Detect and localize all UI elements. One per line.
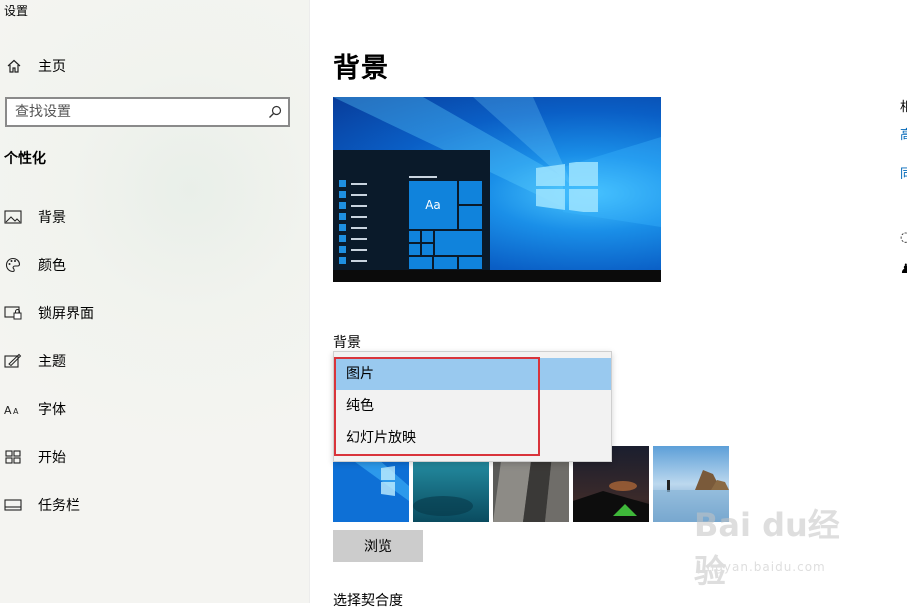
svg-text:A: A [13,407,19,416]
sidebar-item-label: 字体 [38,402,66,418]
sidebar-item-label: 主题 [38,354,66,370]
dropdown-option-solid-color[interactable]: 纯色 [334,390,611,422]
sidebar-item-label: 主页 [38,59,66,75]
tile [434,230,483,256]
related-link-fragment[interactable]: 高 [900,124,907,143]
sidebar-item-taskbar[interactable]: 任务栏 [4,493,80,517]
sidebar: 设置 主页 个性化 背景 颜色 锁屏界面 主题 [0,0,310,603]
sidebar-item-colors[interactable]: 颜色 [4,253,66,277]
app-title: 设置 [4,4,29,18]
related-fragment: 相 [900,100,907,115]
sidebar-item-themes[interactable]: 主题 [4,349,66,373]
sidebar-item-label: 开始 [38,450,66,466]
sidebar-item-lock-screen[interactable]: 锁屏界面 [4,301,94,325]
taskbar-preview [333,270,661,282]
tile [408,256,433,270]
tile [421,230,434,243]
start-menu-preview: Aa [333,150,490,271]
font-icon: AA [4,401,22,417]
dropdown-option-picture[interactable]: 图片 [334,358,611,390]
tile [458,180,483,205]
section-title: 个性化 [4,151,46,167]
page-title: 背景 [333,53,389,84]
search-icon[interactable] [268,105,282,119]
dropdown-option-slideshow[interactable]: 幻灯片放映 [334,422,611,454]
tile [408,230,421,243]
sidebar-item-start[interactable]: 开始 [4,445,66,469]
palette-icon [4,257,22,273]
baidu-watermark: Bai du经验 jingyan.baidu.com [694,500,864,590]
image-icon [4,209,22,225]
start-menu-list [339,178,367,266]
tile [408,243,421,256]
sidebar-item-background[interactable]: 背景 [4,205,66,229]
tile [458,205,483,230]
choose-fit-label: 选择契合度 [333,593,403,609]
theme-icon [4,353,22,369]
browse-button[interactable]: 浏览 [333,530,423,562]
search-input[interactable] [7,100,268,124]
sidebar-item-home[interactable]: 主页 [6,54,66,78]
tiles-header [409,176,437,178]
tile [433,256,458,270]
start-icon [4,449,22,465]
search-box[interactable] [5,97,290,127]
sidebar-item-label: 颜色 [38,258,66,274]
related-settings-column: 相 高 同 ◌ ♟ [898,0,907,603]
background-label: 背景 [333,335,361,351]
related-link-fragment[interactable]: 同 [900,163,907,182]
tile [421,243,434,256]
watermark-brand: Bai du经验 [694,506,840,590]
svg-text:A: A [4,404,12,416]
sidebar-item-label: 背景 [38,210,66,226]
windows-logo [536,162,598,212]
tile [458,256,483,270]
sidebar-item-label: 锁屏界面 [38,306,94,322]
help-icon[interactable]: ◌ [900,230,907,245]
sidebar-item-fonts[interactable]: AA 字体 [4,397,66,421]
tile-aa: Aa [408,180,458,230]
watermark-url: jingyan.baidu.com [698,560,826,574]
desktop-preview: Aa [333,97,661,282]
sidebar-item-label: 任务栏 [38,498,80,514]
background-type-dropdown[interactable]: 图片 纯色 幻灯片放映 [333,351,612,462]
taskbar-icon [4,497,22,513]
feedback-icon[interactable]: ♟ [900,262,907,277]
lock-screen-icon [4,305,22,321]
home-icon [6,58,22,74]
